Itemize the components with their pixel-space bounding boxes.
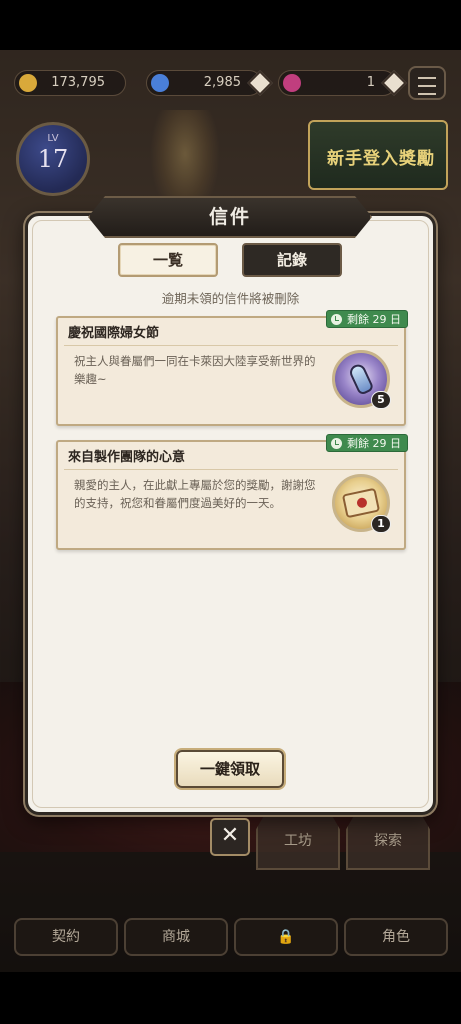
workshop-label: 工坊 [284,833,312,849]
nav-contract[interactable]: 契約 [14,918,118,956]
nav-locked[interactable]: 🔒 [234,918,338,956]
bottom-navigation: 契約 商城 🔒 角色 [0,918,461,962]
mail-item[interactable]: 來自製作團隊的心意 剩餘 29 日 親愛的主人，在此獻上專屬於您的獎勵，謝謝您的… [56,434,408,550]
expiry-tag: 剩餘 29 日 [326,434,408,452]
nav-contract-label: 契約 [52,929,80,945]
reward-item[interactable]: 5 [332,350,391,409]
coin-icon [19,74,37,92]
event-banner[interactable]: 新手登入獎勵 [308,120,448,190]
mail-item[interactable]: 慶祝國際婦女節 剩餘 29 日 祝主人與眷屬們一同在卡萊因大陸享受新世界的樂趣~… [56,310,408,426]
dialog-title-plate: 信件 [88,196,372,238]
mail-body: 親愛的主人，在此獻上專屬於您的獎勵，謝謝您的支持，祝您和眷屬們度過美好的一天。 [74,478,316,510]
mail-body: 祝主人與眷屬們一同在卡萊因大陸享受新世界的樂趣~ [74,354,316,386]
diamond-icon [151,74,169,92]
expiry-notice: 逾期未領的信件將被刪除 [161,291,300,306]
expiry-text: 剩餘 29 日 [347,313,401,326]
gem-value: 2,985 [203,75,241,90]
level-label: LV [47,133,59,144]
menu-icon [418,77,436,79]
reward-count: 1 [371,515,391,533]
expiry-text: 剩餘 29 日 [347,437,401,450]
nav-shop-label: 商城 [162,929,190,945]
mail-title: 來自製作團隊的心意 [68,450,186,465]
menu-button[interactable] [408,66,446,100]
menu-icon-line [418,93,436,95]
heart-counter: 1 [278,70,407,96]
mail-title: 慶祝國際婦女節 [68,326,160,341]
lock-icon: 🔒 [277,929,295,945]
reward-item[interactable]: 1 [332,474,391,533]
scroll-icon [341,487,381,519]
close-button[interactable]: ✕ [210,818,250,856]
player-level-badge[interactable]: LV 17 [16,122,90,196]
gem-counter: 2,985 [146,70,273,96]
reward-count: 5 [371,391,391,409]
potion-icon [347,362,375,396]
heart-gem-icon [283,74,301,92]
explore-button[interactable]: 探索 [346,812,430,870]
close-icon: ✕ [220,823,240,848]
dialog-title: 信件 [208,206,251,228]
menu-icon-line [418,85,436,87]
nav-character-label: 角色 [382,929,410,945]
explore-label: 探索 [374,833,402,849]
heart-value: 1 [366,75,375,90]
nav-character[interactable]: 角色 [344,918,448,956]
expiry-tag: 剩餘 29 日 [326,310,408,328]
nav-shop[interactable]: 商城 [124,918,228,956]
event-banner-text: 新手登入獎勵 [327,149,435,169]
tab-record[interactable]: 記錄 [242,243,342,277]
gold-value: 173,795 [51,75,105,90]
clock-icon [331,438,342,449]
tab-list[interactable]: 一覧 [118,243,218,277]
workshop-button[interactable]: 工坊 [256,812,340,870]
clock-icon [331,314,342,325]
gold-counter: 173,795 [14,70,126,96]
claim-all-button[interactable]: 一鍵領取 [176,750,284,788]
level-value: 17 [37,145,69,173]
